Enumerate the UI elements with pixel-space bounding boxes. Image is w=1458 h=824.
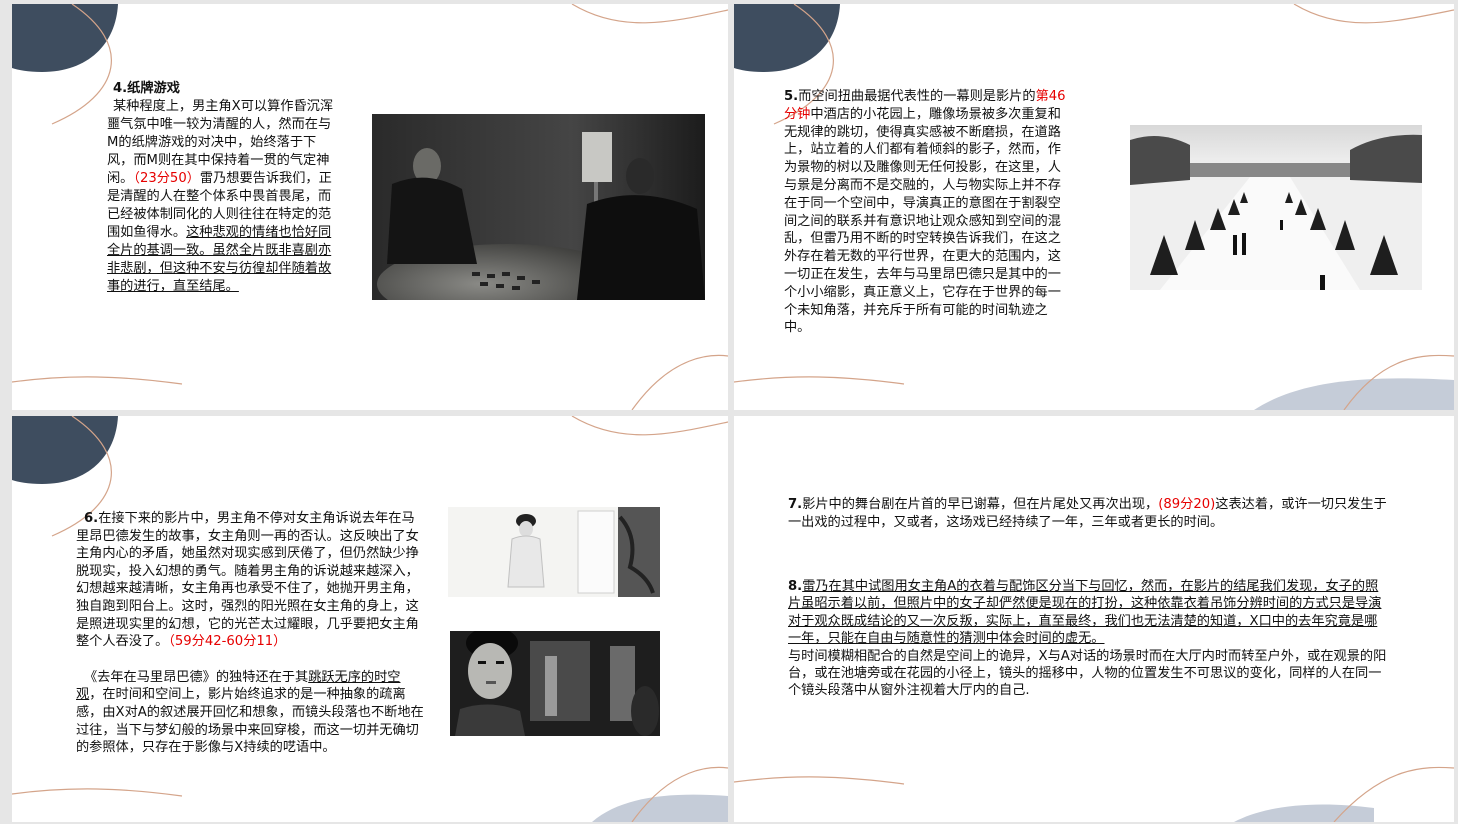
slide-5-p1: 而空间扭曲最据代表性的一幕则是影片的 (798, 89, 1036, 104)
slide-7-8-time[interactable]: 7.影片中的舞台剧在片首的早已谢幕，但在片尾处又再次出现，(89分20)这表达着… (734, 416, 1454, 822)
slide-6-number: 6. (84, 511, 99, 526)
slide-6-narration[interactable]: 6.在接下来的影片中，男主角不停对女主角诉说去年在马里昂巴德发生的故事，女主角则… (12, 416, 728, 822)
slide-5-number: 5. (784, 89, 799, 104)
slide-7-p1: 影片中的舞台剧在片首的早已谢幕，但在片尾处又再次出现， (802, 497, 1159, 512)
slide-4-timestamp: （23分50） (133, 171, 200, 186)
slide-6-timestamp: （59分42-60分11） (168, 634, 287, 650)
slide-7-text: 7.影片中的舞台剧在片首的早已谢幕，但在片尾处又再次出现，(89分20)这表达着… (788, 496, 1388, 531)
slide-5-garden[interactable]: 5.而空间扭曲最据代表性的一幕则是影片的第46分钟中酒店的小花园上，雕像场景被多… (734, 4, 1454, 410)
slide-8-p1-underlined: 雷乃在其中试图用女主角A的衣着与配饰区分当下与回忆，然而，在影片的结尾我们发现，… (788, 579, 1382, 647)
woman-closeup-photo (450, 631, 660, 736)
slide-8-paragraph-2: 与时间模糊相配合的自然是空间上的诡异，X与A对话的场景时而在大厅内时而转至户外，… (788, 648, 1387, 699)
slide-5-text: 5.而空间扭曲最据代表性的一幕则是影片的第46分钟中酒店的小花园上，雕像场景被多… (784, 88, 1070, 337)
slide-7-number: 7. (788, 497, 803, 512)
slide-8-text: 8.雷乃在其中试图用女主角A的衣着与配饰区分当下与回忆，然而，在影片的结尾我们发… (788, 578, 1388, 700)
slide-6-p1: 在接下来的影片中，男主角不停对女主角诉说去年在马里昂巴德发生的故事，女主角则一再… (76, 511, 419, 650)
slide-4-paragraph: 某种程度上，男主角X可以算作昏沉浑噩气氛中唯一较为清醒的人，然而在与M的纸牌游戏… (107, 98, 337, 296)
slide-6-paragraph-1: 6.在接下来的影片中，男主角不停对女主角诉说去年在马里昂巴德发生的故事，女主角则… (76, 510, 426, 651)
slide-4-text: 4.纸牌游戏 某种程度上，男主角X可以算作昏沉浑噩气氛中唯一较为清醒的人，然而在… (107, 80, 337, 296)
slide-4-card-game[interactable]: 4.纸牌游戏 某种程度上，男主角X可以算作昏沉浑噩气氛中唯一较为清醒的人，然而在… (12, 4, 728, 410)
bright-room-photo (448, 507, 660, 597)
slide-6-paragraph-2: 《去年在马里昂巴德》的独特还在于其跳跃无序的时空观，在时间和空间上，影片始终追求… (76, 669, 426, 757)
card-game-photo (372, 114, 705, 300)
slide-7-paragraph: 7.影片中的舞台剧在片首的早已谢幕，但在片尾处又再次出现，(89分20)这表达着… (788, 496, 1388, 531)
slide-4-heading: 4.纸牌游戏 (113, 81, 180, 96)
slide-6-p2b: ，在时间和空间上，影片始终追求的是一种抽象的疏离感，由X对A的叙述展开回忆和想象… (76, 687, 424, 756)
slide-8-paragraph-1: 8.雷乃在其中试图用女主角A的衣着与配饰区分当下与回忆，然而，在影片的结尾我们发… (788, 578, 1388, 648)
garden-photo (1130, 125, 1422, 290)
slide-5-paragraph: 5.而空间扭曲最据代表性的一幕则是影片的第46分钟中酒店的小花园上，雕像场景被多… (784, 88, 1070, 337)
slide-7-timestamp: (89分20) (1158, 497, 1216, 512)
slide-6-p2a: 《去年在马里昂巴德》的独特还在于其 (84, 669, 309, 685)
slide-8-number: 8. (788, 579, 803, 594)
slide-5-p2: 中酒店的小花园上，雕像场景被多次重复和无规律的跳切，使得真实感被不断磨损，在道路… (784, 106, 1061, 336)
slide-6-text: 6.在接下来的影片中，男主角不停对女主角诉说去年在马里昂巴德发生的故事，女主角则… (76, 510, 426, 757)
